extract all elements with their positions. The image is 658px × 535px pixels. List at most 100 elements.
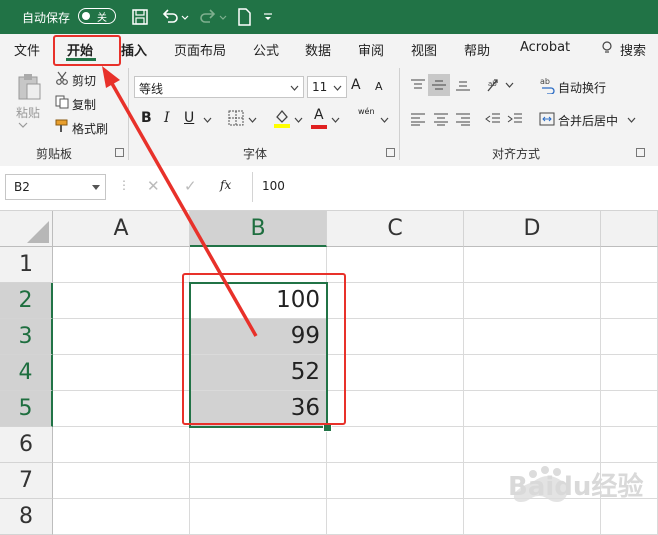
cell-a4[interactable]: [53, 355, 190, 391]
cell-e6[interactable]: [601, 427, 658, 463]
decrease-indent-icon[interactable]: [485, 112, 501, 126]
tab-insert[interactable]: 插入: [121, 40, 147, 59]
bold-button[interactable]: B: [141, 110, 152, 126]
cell-c6[interactable]: [327, 427, 464, 463]
row-header-7[interactable]: 7: [0, 463, 53, 499]
align-left-icon[interactable]: [410, 112, 426, 126]
tab-help[interactable]: 帮助: [464, 40, 490, 59]
chevron-down-icon[interactable]: [294, 117, 303, 123]
cell-b6[interactable]: [190, 427, 327, 463]
alignment-launcher-icon[interactable]: [636, 148, 645, 157]
column-header-d[interactable]: D: [464, 211, 601, 247]
column-header-a[interactable]: A: [53, 211, 190, 247]
bottom-align-icon[interactable]: [455, 78, 471, 92]
font-name-select[interactable]: 等线: [134, 76, 304, 98]
chevron-down-icon[interactable]: [203, 117, 212, 123]
cell-d4[interactable]: [464, 355, 601, 391]
customize-toolbar-icon[interactable]: [262, 7, 274, 27]
cell-e3[interactable]: [601, 319, 658, 355]
cell-c2[interactable]: [327, 283, 464, 319]
tab-search[interactable]: 搜索: [620, 40, 646, 59]
cell-a6[interactable]: [53, 427, 190, 463]
fill-color-icon[interactable]: [273, 108, 291, 128]
decrease-font-size-button[interactable]: A: [375, 80, 383, 93]
tab-acrobat[interactable]: Acrobat: [520, 40, 570, 55]
autosave-toggle[interactable]: 关: [78, 8, 116, 24]
cell-c5[interactable]: [327, 391, 464, 427]
row-header-3[interactable]: 3: [0, 319, 53, 355]
cell-c4[interactable]: [327, 355, 464, 391]
copy-button[interactable]: 复制: [72, 96, 96, 113]
copy-icon[interactable]: [55, 95, 69, 109]
row-header-8[interactable]: 8: [0, 499, 53, 535]
column-header-b[interactable]: B: [190, 211, 327, 247]
cell-c3[interactable]: [327, 319, 464, 355]
phonetic-guide-button[interactable]: wén: [358, 107, 375, 116]
cell-e5[interactable]: [601, 391, 658, 427]
underline-button[interactable]: U: [184, 110, 194, 126]
cell-c8[interactable]: [327, 499, 464, 535]
save-icon[interactable]: [130, 7, 150, 27]
tab-review[interactable]: 审阅: [358, 40, 384, 59]
align-center-icon[interactable]: [433, 112, 449, 126]
cell-d3[interactable]: [464, 319, 601, 355]
chevron-down-icon[interactable]: [331, 117, 340, 123]
formula-input[interactable]: 100: [262, 179, 285, 193]
tab-data[interactable]: 数据: [305, 40, 331, 59]
column-header-c[interactable]: C: [327, 211, 464, 247]
align-right-icon[interactable]: [455, 112, 471, 126]
row-header-2[interactable]: 2: [0, 283, 53, 319]
font-launcher-icon[interactable]: [386, 148, 395, 157]
format-painter-icon[interactable]: [54, 119, 70, 133]
paste-dropdown-icon[interactable]: [18, 122, 28, 128]
wrap-text-icon[interactable]: ab: [540, 76, 556, 94]
font-color-button[interactable]: A: [314, 107, 324, 123]
middle-align-button[interactable]: [428, 74, 450, 96]
cell-a8[interactable]: [53, 499, 190, 535]
new-file-icon[interactable]: [234, 7, 254, 27]
cancel-icon[interactable]: ✕: [147, 177, 160, 195]
chevron-down-icon[interactable]: [505, 82, 514, 88]
column-header-e[interactable]: [601, 211, 658, 247]
chevron-down-icon[interactable]: [380, 117, 389, 123]
cell-c1[interactable]: [327, 247, 464, 283]
wrap-text-button[interactable]: 自动换行: [558, 79, 606, 96]
row-header-4[interactable]: 4: [0, 355, 53, 391]
row-header-5[interactable]: 5: [0, 391, 53, 427]
orientation-icon[interactable]: ab: [485, 76, 503, 94]
paste-icon[interactable]: [14, 72, 44, 102]
row-header-1[interactable]: 1: [0, 247, 53, 283]
cell-d2[interactable]: [464, 283, 601, 319]
redo-dropdown-icon[interactable]: [218, 7, 228, 27]
select-all-button[interactable]: [0, 211, 53, 247]
tab-view[interactable]: 视图: [411, 40, 437, 59]
cell-d6[interactable]: [464, 427, 601, 463]
cell-d5[interactable]: [464, 391, 601, 427]
clipboard-launcher-icon[interactable]: [115, 148, 124, 157]
name-box[interactable]: B2: [5, 174, 106, 200]
cell-a3[interactable]: [53, 319, 190, 355]
increase-indent-icon[interactable]: [507, 112, 523, 126]
borders-icon[interactable]: [228, 110, 244, 126]
merge-center-button[interactable]: 合并后居中: [558, 112, 618, 129]
insert-function-button[interactable]: fx: [220, 178, 231, 192]
undo-dropdown-icon[interactable]: [180, 7, 190, 27]
chevron-down-icon[interactable]: [627, 117, 636, 123]
chevron-down-icon[interactable]: [248, 117, 257, 123]
row-header-6[interactable]: 6: [0, 427, 53, 463]
redo-icon[interactable]: [198, 7, 218, 27]
paste-label[interactable]: 粘贴: [16, 104, 40, 121]
tab-file[interactable]: 文件: [14, 40, 40, 59]
cell-e2[interactable]: [601, 283, 658, 319]
increase-font-size-button[interactable]: A: [351, 77, 361, 93]
tab-formulas[interactable]: 公式: [253, 40, 279, 59]
cell-a2[interactable]: [53, 283, 190, 319]
cell-a1[interactable]: [53, 247, 190, 283]
cell-b7[interactable]: [190, 463, 327, 499]
undo-icon[interactable]: [160, 7, 180, 27]
cell-e1[interactable]: [601, 247, 658, 283]
cell-d1[interactable]: [464, 247, 601, 283]
merge-center-icon[interactable]: [539, 111, 555, 127]
font-size-select[interactable]: 11: [307, 76, 347, 98]
tab-page-layout[interactable]: 页面布局: [174, 40, 226, 59]
